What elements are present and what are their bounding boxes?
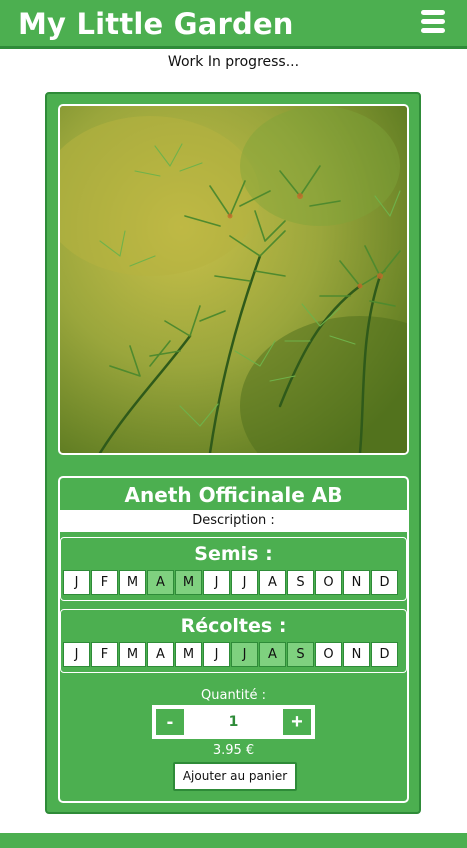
semis-months: J F M A M J J A S O N D <box>63 570 398 595</box>
recoltes-month-aug: A <box>259 642 286 667</box>
quantity-label: Quantité : <box>201 688 266 703</box>
semis-month-dec: D <box>371 570 398 595</box>
semis-month-jul: J <box>231 570 258 595</box>
description-label: Description : <box>192 513 275 528</box>
semis-month-feb: F <box>91 570 118 595</box>
increment-button[interactable]: + <box>283 709 311 735</box>
quantity-input[interactable] <box>186 709 281 735</box>
footer-bar <box>0 833 467 848</box>
semis-title: Semis : <box>194 543 273 565</box>
recoltes-month-jul: J <box>231 642 258 667</box>
semis-month-jun: J <box>203 570 230 595</box>
hamburger-menu-icon[interactable] <box>421 10 445 34</box>
dill-plant-illustration <box>60 106 407 453</box>
recoltes-months: J F M A M J J A S O N D <box>63 642 398 667</box>
add-to-cart-button[interactable]: Ajouter au panier <box>173 762 297 791</box>
semis-calendar: Semis : J F M A M J J A S O N D <box>60 537 407 601</box>
recoltes-title: Récoltes : <box>180 615 287 637</box>
description-band: Description : <box>60 510 407 532</box>
decrement-button[interactable]: - <box>156 709 184 735</box>
price-label: 3.95 € <box>212 743 255 758</box>
semis-month-mar: M <box>119 570 146 595</box>
top-navigation-bar: My Little Garden <box>0 0 467 49</box>
semis-month-jan: J <box>63 570 90 595</box>
product-details: Aneth Officinale AB Description : Semis … <box>58 476 409 803</box>
semis-month-apr: A <box>147 570 174 595</box>
semis-month-may: M <box>175 570 202 595</box>
recoltes-month-jan: J <box>63 642 90 667</box>
product-image <box>58 104 409 455</box>
recoltes-month-oct: O <box>315 642 342 667</box>
recoltes-month-mar: M <box>119 642 146 667</box>
recoltes-month-may: M <box>175 642 202 667</box>
semis-month-sep: S <box>287 570 314 595</box>
recoltes-calendar: Récoltes : J F M A M J J A S O N D <box>60 609 407 673</box>
recoltes-month-dec: D <box>371 642 398 667</box>
site-title[interactable]: My Little Garden <box>18 4 294 44</box>
recoltes-month-jun: J <box>203 642 230 667</box>
recoltes-month-nov: N <box>343 642 370 667</box>
work-in-progress-notice: Work In progress... <box>167 54 300 70</box>
product-name: Aneth Officinale AB <box>124 483 343 507</box>
recoltes-month-sep: S <box>287 642 314 667</box>
semis-month-aug: A <box>259 570 286 595</box>
recoltes-month-apr: A <box>147 642 174 667</box>
semis-month-nov: N <box>343 570 370 595</box>
quantity-stepper: - + <box>152 705 315 739</box>
recoltes-month-feb: F <box>91 642 118 667</box>
semis-month-oct: O <box>315 570 342 595</box>
product-card: Aneth Officinale AB Description : Semis … <box>45 92 421 814</box>
